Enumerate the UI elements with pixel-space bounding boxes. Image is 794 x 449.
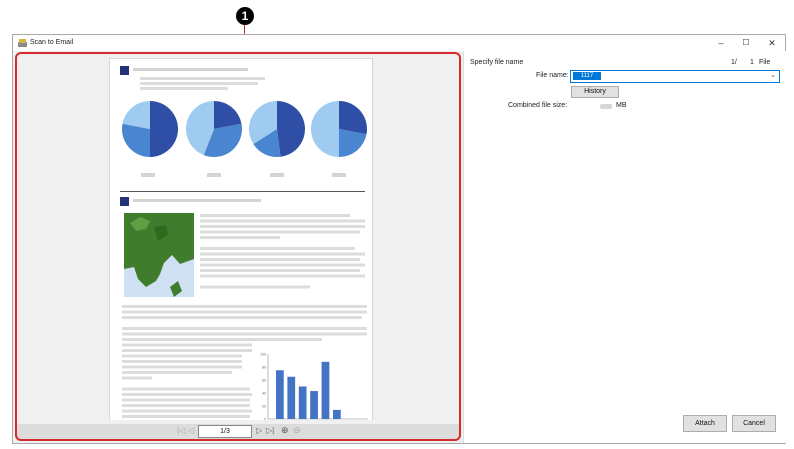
minimize-button[interactable]: –	[710, 36, 732, 50]
title-bar: Scan to Email – ☐ ✕	[13, 35, 785, 51]
heading-marker	[120, 197, 129, 206]
text-line	[122, 349, 252, 352]
text-line	[122, 360, 242, 363]
text-line	[200, 285, 310, 289]
file-count-total: 1	[750, 59, 754, 66]
document-page-content: 100 80 60 40 20 0	[120, 66, 368, 421]
file-settings-pane: Specify file name 1/ 1 File File name: 1…	[463, 51, 786, 443]
y-tick-label: 20	[262, 405, 266, 409]
text-line	[122, 343, 252, 347]
text-line	[200, 258, 360, 261]
file-size-value	[600, 104, 612, 109]
bar	[287, 376, 296, 419]
text-line	[200, 214, 350, 217]
heading-marker	[120, 66, 129, 75]
text-block	[122, 305, 367, 418]
window-title: Scan to Email	[30, 39, 74, 46]
text-line	[200, 252, 365, 256]
text-line	[122, 376, 152, 380]
y-tick-label: 60	[262, 379, 266, 383]
text-line	[133, 68, 248, 71]
text-line	[122, 338, 322, 341]
text-line	[122, 415, 250, 418]
pie-caption	[332, 173, 346, 177]
y-tick-label: 0	[264, 418, 266, 421]
text-line	[200, 225, 365, 228]
bar	[321, 361, 330, 419]
next-page-icon[interactable]: ▷	[256, 426, 262, 435]
text-line	[122, 409, 252, 413]
text-line	[122, 404, 250, 407]
combined-file-size-label: Combined file size:	[508, 102, 568, 109]
scan-to-email-window: Scan to Email – ☐ ✕ 100 80 60 40 20 0 |◁…	[12, 34, 786, 444]
y-tick-label: 80	[262, 366, 266, 370]
bar-chart: 100 80 60 40 20 0	[260, 353, 368, 421]
size-unit: MB	[616, 102, 627, 109]
last-page-icon[interactable]: ▷|	[266, 426, 274, 435]
previous-page-icon[interactable]: ◁	[188, 426, 194, 435]
text-line	[133, 199, 261, 202]
text-line	[122, 387, 250, 391]
text-line	[122, 305, 367, 308]
pie-caption	[141, 173, 155, 177]
text-block	[200, 214, 365, 289]
text-line	[200, 247, 355, 250]
file-name-label: File name:	[536, 72, 569, 79]
callout-marker: 1	[236, 7, 254, 25]
text-line	[122, 393, 252, 396]
text-line	[200, 263, 365, 267]
bar	[310, 391, 318, 419]
world-map-image	[124, 213, 194, 297]
file-name-value: 1117	[573, 72, 601, 80]
text-line	[122, 316, 362, 319]
chevron-down-icon[interactable]: ⌄	[770, 71, 776, 79]
pie-caption	[270, 173, 284, 177]
document-page: 100 80 60 40 20 0	[109, 58, 373, 420]
text-line	[140, 77, 265, 80]
section-divider	[120, 191, 365, 192]
pie-caption	[207, 173, 221, 177]
maximize-button[interactable]: ☐	[735, 36, 757, 50]
text-line	[122, 327, 367, 330]
close-button[interactable]: ✕	[761, 36, 783, 50]
text-line	[200, 236, 280, 239]
text-line	[140, 82, 258, 85]
scanner-app-icon	[18, 39, 27, 47]
pie-slice	[122, 123, 150, 157]
pie-slice	[311, 101, 339, 157]
text-line	[200, 230, 360, 234]
text-line	[122, 365, 242, 369]
bar	[276, 370, 284, 419]
zoom-out-icon[interactable]: ⊖	[293, 425, 301, 436]
specify-file-name-label: Specify file name	[470, 59, 524, 66]
text-line	[200, 219, 365, 223]
bar	[333, 409, 341, 419]
document-preview-area[interactable]: 100 80 60 40 20 0	[17, 54, 459, 420]
pie-slice	[339, 101, 367, 135]
text-line	[122, 398, 250, 402]
text-line	[122, 310, 367, 314]
file-count-unit: File	[759, 59, 771, 66]
bar	[298, 386, 307, 419]
history-button[interactable]: History	[571, 86, 619, 98]
y-tick-label: 100	[260, 353, 266, 357]
y-tick-label: 40	[262, 392, 266, 396]
text-line	[122, 371, 232, 374]
text-line	[140, 87, 228, 90]
attach-button[interactable]: Attach	[683, 415, 727, 432]
pie-slice	[150, 101, 178, 157]
pie-slice	[277, 101, 306, 157]
file-name-combobox[interactable]: 1117 ⌄	[570, 70, 780, 83]
text-line	[122, 332, 367, 336]
text-line	[200, 274, 365, 278]
text-line	[200, 269, 360, 272]
cancel-button[interactable]: Cancel	[732, 415, 776, 432]
page-navigation-bar: |◁ ◁ 1/3 ▷ ▷| ⊕ ⊖	[17, 424, 459, 439]
pie-charts-group	[122, 101, 367, 157]
file-count-index: 1/	[731, 59, 737, 66]
text-line	[122, 354, 242, 358]
zoom-in-icon[interactable]: ⊕	[281, 425, 289, 436]
page-number-input[interactable]: 1/3	[198, 425, 252, 438]
first-page-icon[interactable]: |◁	[177, 426, 185, 435]
